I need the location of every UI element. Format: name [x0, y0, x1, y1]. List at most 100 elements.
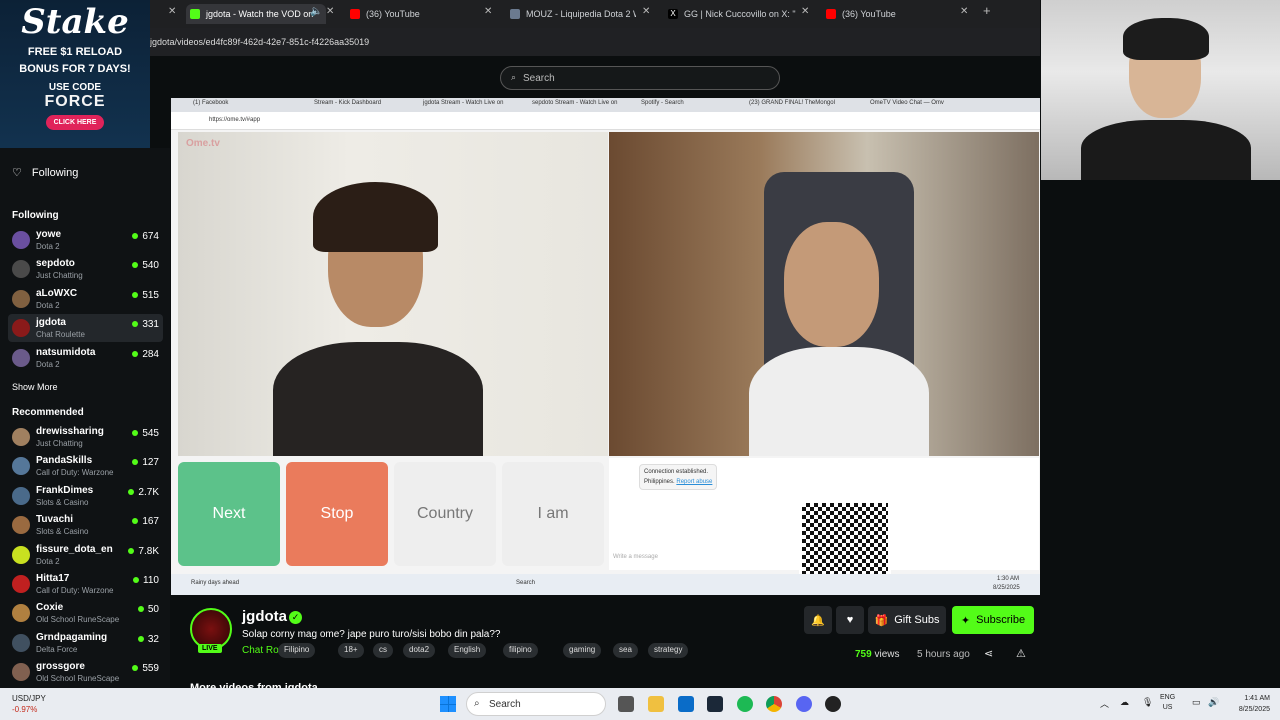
subscribe-button[interactable]: ✦ Subscribe — [952, 606, 1034, 634]
channel-name: jgdota — [36, 317, 66, 329]
viewer-count: 545 — [132, 428, 159, 439]
next-button[interactable]: Next — [178, 462, 280, 566]
stop-button[interactable]: Stop — [286, 462, 388, 566]
new-tab-icon[interactable]: + — [983, 3, 991, 18]
language-indicator[interactable]: ENG US — [1160, 693, 1175, 713]
gift-subs-button[interactable]: 🎁 Gift Subs — [868, 606, 946, 634]
follow-button[interactable]: ♥ — [836, 606, 864, 634]
country-button[interactable]: Country — [394, 462, 496, 566]
tray-chevron-icon[interactable]: ︿ — [1100, 697, 1109, 710]
browser-tab-jgdota[interactable]: jgdota - Watch the VOD on — [186, 4, 326, 24]
channel-avatar — [12, 260, 30, 279]
viewer-count-number: 540 — [142, 260, 159, 272]
file-explorer-icon[interactable] — [648, 696, 664, 712]
captured-browser-tabs: (1) Facebook Stream - Kick Dashboard jgd… — [171, 98, 1040, 112]
channel-item[interactable]: Coxie Old School RuneScape 50 — [8, 599, 163, 627]
ad-code-label: USE CODE — [48, 82, 102, 93]
close-tab-icon[interactable]: ✕ — [801, 6, 809, 17]
channel-name: Hitta17 — [36, 573, 70, 584]
search-input[interactable]: ⌕ Search — [500, 66, 780, 90]
notification-button[interactable]: 🔔 — [804, 606, 832, 634]
viewer-count: 167 — [132, 516, 159, 527]
close-tab-icon[interactable]: ✕ — [168, 6, 176, 17]
ad-click-here-button[interactable]: CLICK HERE — [45, 115, 105, 130]
speaker-icon[interactable]: 🔈 — [310, 6, 322, 17]
ometv-logo: Ome.tv — [186, 138, 220, 149]
clock[interactable]: 1:41 AM 8/25/2025 — [1239, 693, 1270, 715]
sidebar: ♡ Following Following yowe Dota 2 674 sepdo… — [0, 148, 170, 688]
microphone-icon[interactable]: 🎙 — [1142, 697, 1153, 708]
report-icon[interactable]: ⚠ — [1016, 647, 1026, 660]
youtube-icon — [350, 9, 360, 19]
spotify-icon[interactable] — [737, 696, 753, 712]
following-section-header: Following — [12, 210, 59, 221]
obs-icon[interactable] — [825, 696, 841, 712]
volume-icon[interactable]: 🔊 — [1208, 697, 1219, 708]
channel-item[interactable]: sepdoto Just Chatting 540 — [8, 255, 163, 283]
viewer-count-number: 559 — [142, 663, 159, 675]
hair-shape — [313, 182, 438, 252]
close-tab-icon[interactable]: ✕ — [484, 6, 492, 17]
channel-item[interactable]: Grndpagaming Delta Force 32 — [8, 629, 163, 657]
taskbar-search[interactable]: ⌕ Search — [466, 692, 606, 716]
cloud-icon[interactable]: ☁ — [1120, 697, 1129, 708]
tag-chip[interactable]: filipino — [503, 643, 538, 658]
i-am-button[interactable]: I am — [502, 462, 604, 566]
channel-item[interactable]: PandaSkills Call of Duty: Warzone 127 — [8, 452, 163, 480]
steam-icon[interactable] — [707, 696, 723, 712]
show-more-link[interactable]: Show More — [12, 382, 58, 392]
channel-item[interactable]: Hitta17 Call of Duty: Warzone 110 — [8, 570, 163, 598]
store-icon[interactable] — [678, 696, 694, 712]
channel-name: aLoWXC — [36, 287, 78, 299]
viewer-count: 331 — [132, 319, 159, 330]
channel-item[interactable]: jgdota Chat Roulette 331 — [8, 314, 163, 343]
channel-category: Dota 2 — [36, 300, 60, 310]
network-icon[interactable]: ▭ — [1192, 697, 1201, 708]
shirt-shape — [273, 342, 483, 456]
channel-name: Grndpagaming — [36, 631, 108, 643]
viewer-count-number: 167 — [142, 516, 159, 528]
stake-logo: Stake — [21, 2, 129, 42]
close-tab-icon[interactable]: ✕ — [642, 6, 650, 17]
stock-ticker-widget[interactable]: USD/JPY -0.97% — [12, 693, 46, 715]
stake-ad[interactable]: Stake FREE $1 RELOAD BONUS FOR 7 DAYS! U… — [0, 0, 150, 148]
browser-tab-liquipedia[interactable]: MOUZ - Liquipedia Dota 2 Wiki — [506, 4, 636, 24]
close-tab-icon[interactable]: ✕ — [960, 6, 968, 17]
close-tab-icon[interactable]: ✕ — [326, 6, 334, 17]
stream-video-player[interactable]: (1) Facebook Stream - Kick Dashboard jgd… — [171, 98, 1040, 595]
task-view-icon[interactable] — [618, 696, 634, 712]
windows-start-icon[interactable] — [440, 696, 456, 712]
captured-weather: Rainy days ahead — [191, 580, 240, 586]
channel-item[interactable]: drewissharing Just Chatting 545 — [8, 423, 163, 451]
ticker-symbol: USD/JPY — [12, 694, 46, 703]
tag-chip[interactable]: 18+ — [338, 643, 364, 658]
tag-chip[interactable]: strategy — [648, 643, 689, 658]
address-bar[interactable]: jgdota/videos/ed4fc89f-462d-42e7-851c-f4… — [150, 28, 1040, 56]
channel-item[interactable]: aLoWXC Dota 2 515 — [8, 285, 163, 313]
browser-tab-youtube-2[interactable]: (36) YouTube — [822, 4, 952, 24]
tag-chip[interactable]: sea — [613, 643, 638, 658]
webcam-overlay — [1041, 0, 1280, 180]
tag-chip[interactable]: dota2 — [403, 643, 436, 658]
tag-chip[interactable]: English — [448, 643, 487, 658]
channel-name: drewissharing — [36, 426, 104, 437]
channel-item[interactable]: Tuvachi Slots & Casino 167 — [8, 511, 163, 539]
tag-chip[interactable]: gaming — [563, 643, 602, 658]
channel-item[interactable]: yowe Dota 2 674 — [8, 226, 163, 254]
browser-tab-youtube-1[interactable]: (36) YouTube — [346, 4, 476, 24]
tag-chip[interactable]: cs — [373, 643, 393, 658]
browser-tab-x[interactable]: X GG | Nick Cuccovillo on X: "Foll — [664, 4, 796, 24]
connection-text: Connection established. — [644, 469, 709, 475]
channel-item[interactable]: natsumidota Dota 2 284 — [8, 344, 163, 372]
share-icon[interactable]: ⋖ — [984, 647, 993, 660]
channel-item[interactable]: grossgore Old School RuneScape 559 — [8, 658, 163, 686]
channel-item[interactable]: fissure_dota_en Dota 2 7.8K — [8, 541, 163, 569]
sidebar-following-link[interactable]: ♡ Following — [12, 166, 78, 180]
channel-item[interactable]: FrankDimes Slots & Casino 2.7K — [8, 482, 163, 510]
streamer-name[interactable]: jgdota — [242, 608, 287, 625]
tag-chip[interactable]: Filipino — [278, 643, 316, 658]
discord-icon[interactable] — [796, 696, 812, 712]
ad-line-1: FREE $1 RELOAD — [27, 46, 123, 58]
ad-code: FORCE — [44, 93, 106, 110]
chrome-icon[interactable] — [766, 696, 782, 712]
